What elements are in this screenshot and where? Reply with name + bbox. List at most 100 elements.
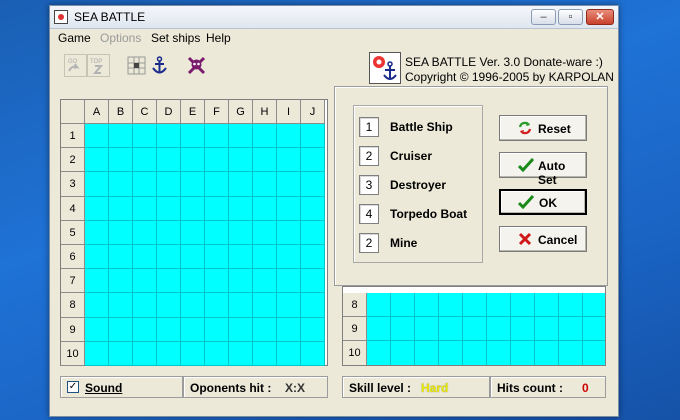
grid-cell[interactable] xyxy=(157,124,181,149)
grid-cell[interactable] xyxy=(181,172,205,197)
grid-cell[interactable] xyxy=(391,317,415,342)
grid-cell[interactable] xyxy=(157,172,181,197)
grid-cell[interactable] xyxy=(85,148,109,173)
ok-button[interactable]: OK xyxy=(499,189,587,215)
grid-cell[interactable] xyxy=(205,317,229,342)
grid-cell[interactable] xyxy=(583,317,605,342)
grid-cell[interactable] xyxy=(277,245,301,270)
grid-cell[interactable] xyxy=(205,196,229,221)
maximize-button[interactable]: ▫ xyxy=(558,9,583,25)
grid-cell[interactable] xyxy=(463,341,487,365)
grid-cell[interactable] xyxy=(109,172,133,197)
grid-cell[interactable] xyxy=(157,269,181,294)
grid-cell[interactable] xyxy=(181,245,205,270)
grid-cell[interactable] xyxy=(229,341,253,366)
grid-cell[interactable] xyxy=(157,245,181,270)
grid-cell[interactable] xyxy=(157,341,181,366)
menu-help[interactable]: Help xyxy=(206,31,231,45)
grid-cell[interactable] xyxy=(85,172,109,197)
sound-label[interactable]: Sound xyxy=(85,381,122,395)
grid-cell[interactable] xyxy=(277,293,301,318)
grid-cell[interactable] xyxy=(301,341,325,366)
grid-cell[interactable] xyxy=(439,341,463,365)
ship-count[interactable]: 3 xyxy=(359,175,379,195)
grid-cell[interactable] xyxy=(229,220,253,245)
grid-cell[interactable] xyxy=(301,148,325,173)
grid-cell[interactable] xyxy=(511,341,535,365)
grid-cell[interactable] xyxy=(301,269,325,294)
grid-cell[interactable] xyxy=(181,269,205,294)
grid-cell[interactable] xyxy=(205,245,229,270)
grid-cell[interactable] xyxy=(253,245,277,270)
grid-cell[interactable] xyxy=(181,341,205,366)
grid-cell[interactable] xyxy=(511,293,535,318)
grid-cell[interactable] xyxy=(253,196,277,221)
grid-cell[interactable] xyxy=(277,148,301,173)
grid-cell[interactable] xyxy=(109,245,133,270)
grid-cell[interactable] xyxy=(109,124,133,149)
grid-cell[interactable] xyxy=(277,341,301,366)
grid-cell[interactable] xyxy=(85,196,109,221)
grid-cell[interactable] xyxy=(205,269,229,294)
grid-cell[interactable] xyxy=(487,293,511,318)
top-redo-icon[interactable]: TOP xyxy=(87,54,110,77)
grid-cell[interactable] xyxy=(415,341,439,365)
anchor-icon[interactable] xyxy=(148,54,171,77)
reset-button[interactable]: Reset xyxy=(499,115,587,141)
grid-cell[interactable] xyxy=(109,293,133,318)
grid-cell[interactable] xyxy=(205,341,229,366)
grid-cell[interactable] xyxy=(181,124,205,149)
grid-cell[interactable] xyxy=(109,196,133,221)
grid-cell[interactable] xyxy=(463,293,487,318)
grid-cell[interactable] xyxy=(181,148,205,173)
app-icon[interactable] xyxy=(54,10,68,24)
grid-cell[interactable] xyxy=(277,124,301,149)
grid-cell[interactable] xyxy=(133,245,157,270)
grid-cell[interactable] xyxy=(253,293,277,318)
ship-row-cruiser[interactable]: 2 Cruiser xyxy=(354,144,484,168)
grid-cell[interactable] xyxy=(253,269,277,294)
grid-cell[interactable] xyxy=(181,293,205,318)
grid-cell[interactable] xyxy=(253,220,277,245)
grid-cell[interactable] xyxy=(157,196,181,221)
ship-count[interactable]: 2 xyxy=(359,233,379,253)
grid-cell[interactable] xyxy=(109,317,133,342)
grid-cell[interactable] xyxy=(229,317,253,342)
grid-cell[interactable] xyxy=(133,172,157,197)
grid-cell[interactable] xyxy=(277,269,301,294)
grid-cell[interactable] xyxy=(133,317,157,342)
grid-cell[interactable] xyxy=(277,220,301,245)
grid-cell[interactable] xyxy=(253,341,277,366)
grid-cell[interactable] xyxy=(439,293,463,318)
grid-cell[interactable] xyxy=(181,220,205,245)
go-undo-icon[interactable]: GO xyxy=(64,54,87,77)
grid-cell[interactable] xyxy=(367,317,391,342)
grid-cell[interactable] xyxy=(205,148,229,173)
menu-game[interactable]: Game xyxy=(58,31,91,45)
grid-cell[interactable] xyxy=(487,341,511,365)
grid-cell[interactable] xyxy=(205,172,229,197)
skull-icon[interactable] xyxy=(185,54,208,77)
grid-cell[interactable] xyxy=(85,124,109,149)
grid-cell[interactable] xyxy=(181,317,205,342)
grid-cell[interactable] xyxy=(133,293,157,318)
grid-cell[interactable] xyxy=(391,341,415,365)
grid-cell[interactable] xyxy=(559,341,583,365)
ship-count[interactable]: 4 xyxy=(359,204,379,224)
grid-cell[interactable] xyxy=(301,293,325,318)
grid-cell[interactable] xyxy=(133,269,157,294)
sound-checkbox[interactable]: ✓ xyxy=(67,381,79,393)
close-button[interactable]: ✕ xyxy=(586,9,614,25)
grid-cell[interactable] xyxy=(205,220,229,245)
grid-cell[interactable] xyxy=(535,317,559,342)
grid-cell[interactable] xyxy=(487,317,511,342)
grid-cell[interactable] xyxy=(583,293,605,318)
ship-row-destroyer[interactable]: 3 Destroyer xyxy=(354,173,484,197)
grid-cell[interactable] xyxy=(367,293,391,318)
grid-cell[interactable] xyxy=(133,196,157,221)
grid-cell[interactable] xyxy=(301,317,325,342)
ship-row-battle-ship[interactable]: 1 Battle Ship xyxy=(354,115,484,139)
grid-cell[interactable] xyxy=(85,269,109,294)
grid-cell[interactable] xyxy=(85,245,109,270)
menu-options[interactable]: Options xyxy=(100,31,141,45)
